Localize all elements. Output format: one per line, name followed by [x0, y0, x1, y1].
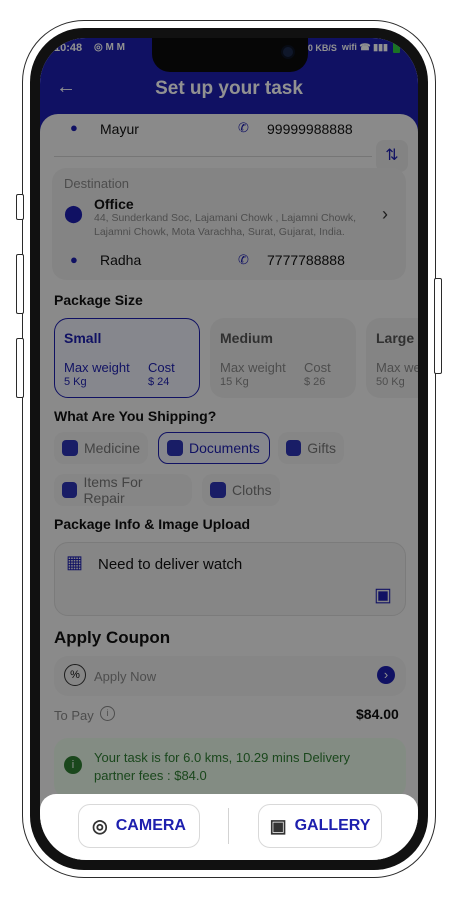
modal-overlay[interactable] — [40, 38, 418, 860]
volume-button — [16, 194, 24, 220]
volume-button — [16, 254, 24, 314]
sheet-divider — [228, 808, 229, 844]
camera-icon: ◎ — [92, 815, 108, 836]
gallery-button[interactable]: ▣ GALLERY — [258, 804, 382, 848]
volume-button — [16, 338, 24, 398]
gallery-icon: ▣ — [269, 815, 287, 836]
gallery-label: GALLERY — [294, 817, 371, 834]
camera-label: CAMERA — [115, 817, 186, 834]
power-button — [434, 278, 442, 374]
camera-button[interactable]: ◎ CAMERA — [78, 804, 200, 848]
app-screen: 10:48 ◎ M M 27.0 KB/S wifi ☎ ▮▮▮ ← Set u… — [40, 38, 418, 860]
image-source-sheet: ◎ CAMERA ▣ GALLERY — [40, 794, 418, 860]
